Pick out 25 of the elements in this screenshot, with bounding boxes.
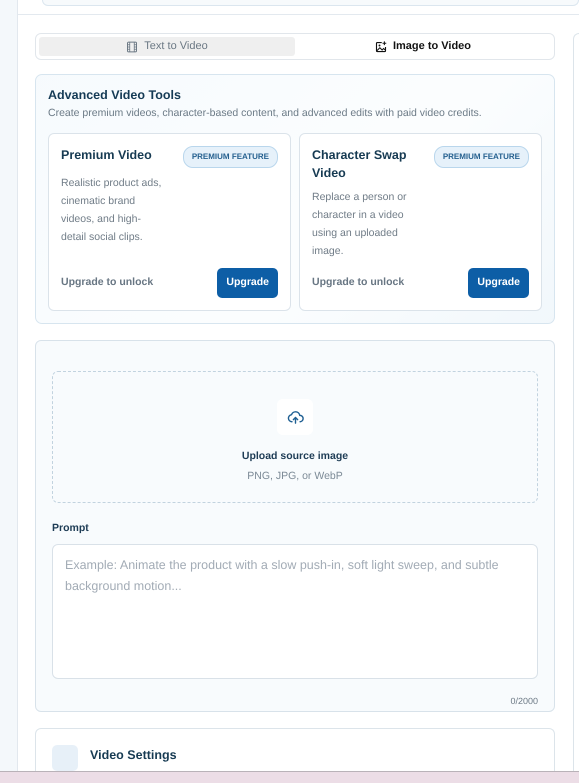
upload-dropzone[interactable]: Upload source image PNG, JPG, or WebP (52, 371, 538, 503)
upgrade-button[interactable]: Upgrade (468, 268, 529, 298)
premium-badge: PREMIUM FEATURE (434, 146, 529, 168)
section-title: Video Settings (90, 747, 177, 764)
section-title: Advanced Video Tools (48, 88, 182, 104)
card-title: Character Swap Video (312, 147, 408, 182)
image-sparkle-icon (374, 40, 387, 53)
upload-hint: PNG, JPG, or WebP (247, 469, 343, 484)
card-description: Replace a person or character in a video using an uploaded image. (312, 190, 408, 259)
section-description: Create premium videos, character-based content, and advanced edits with paid video credits. (48, 106, 483, 122)
upload-title: Upload source image (242, 449, 348, 464)
premium-badge: PREMIUM FEATURE (182, 146, 278, 168)
tab[interactable]: Text to Video (39, 37, 295, 56)
unlock-note: Upgrade to unlock (61, 275, 154, 290)
upgrade-button[interactable]: Upgrade (217, 268, 278, 298)
prompt-field[interactable]: Example: Animate the product with a slow push-in, soft light sweep, and subtle background motion... (52, 544, 538, 679)
tab[interactable]: Image to Video (295, 37, 551, 56)
card-title: Premium Video (61, 147, 152, 164)
character-counter: 0/2000 (509, 694, 538, 708)
film-icon (126, 40, 138, 53)
cloud-upload-icon (286, 408, 304, 426)
card-description: Realistic product ads, cinematic brand videos, and high-detail social clips. (61, 176, 162, 245)
field-label: Prompt (52, 521, 90, 536)
unlock-note: Upgrade to unlock (312, 275, 404, 290)
settings-icon (52, 745, 78, 771)
